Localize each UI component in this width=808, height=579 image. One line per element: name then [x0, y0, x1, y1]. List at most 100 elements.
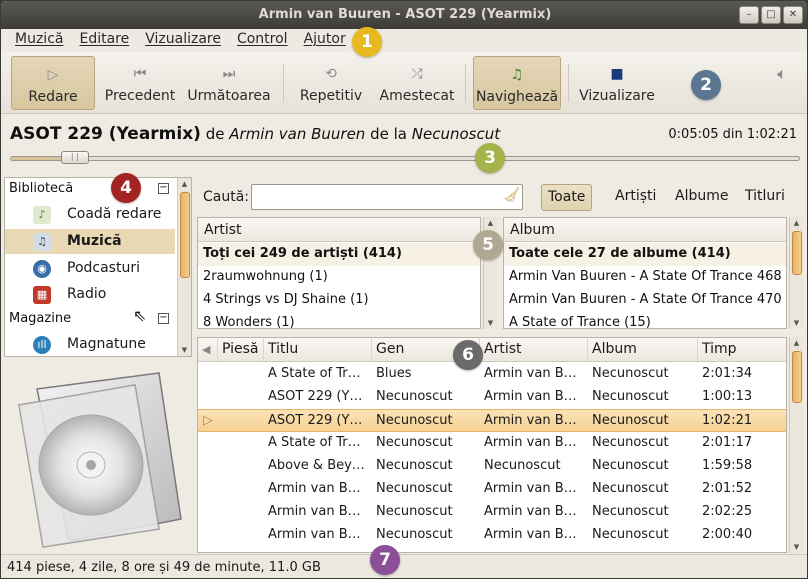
previous-icon: ⏮: [133, 66, 147, 82]
seek-handle[interactable]: | |: [60, 151, 89, 164]
filter-titles-button[interactable]: Titluri: [739, 184, 791, 211]
table-row[interactable]: Above & Bey… Necunoscut Necunoscut Necunosc…: [198, 455, 786, 478]
visualize-button[interactable]: ■ Vizualizare: [575, 56, 659, 110]
table-cell: Necunoscut: [592, 435, 669, 450]
menu-control[interactable]: Control: [229, 29, 296, 51]
album-column-header[interactable]: Album: [504, 218, 786, 242]
table-cell: Armin van B…: [484, 413, 577, 428]
table-cell: Armin van B…: [484, 481, 577, 496]
table-row[interactable]: Armin van B… Necunoscut Armin van B… Necuno…: [198, 524, 786, 547]
table-cell: Armin van B…: [268, 481, 361, 496]
table-cell: Necunoscut: [592, 366, 669, 381]
scrollbar-thumb[interactable]: [180, 192, 190, 278]
list-item[interactable]: A State of Trance (15): [504, 312, 786, 328]
sidebar-item-radio[interactable]: ▦ Radio: [5, 282, 175, 307]
window-title: Armin van Buuren - ASOT 229 (Yearmix): [258, 7, 552, 22]
previous-button[interactable]: ⏮ Precedent: [101, 56, 179, 110]
scroll-up-icon[interactable]: ▲: [790, 219, 803, 227]
volume-icon: 🔈︎: [777, 64, 787, 83]
from-label: de la: [370, 125, 407, 143]
table-row[interactable]: ASOT 229 (Y… Necunoscut Armin van B… Necuno…: [198, 386, 786, 409]
list-item[interactable]: 8 Wonders (1): [198, 312, 480, 328]
list-item[interactable]: Armin Van Buuren - A State Of Trance 470: [504, 289, 786, 312]
search-input[interactable]: [251, 184, 523, 210]
next-icon: ⏭: [222, 66, 236, 82]
column-header[interactable]: Album: [588, 338, 698, 362]
sidebar-scrollbar[interactable]: ▲ ▼: [177, 178, 191, 356]
table-cell: Armin van B…: [484, 435, 577, 450]
callout-badge-4: 4: [111, 173, 141, 203]
column-header[interactable]: Titlu: [264, 338, 372, 362]
table-row[interactable]: Armin van B… Necunoscut Armin van B… Necuno…: [198, 478, 786, 501]
scrollbar-thumb[interactable]: [792, 351, 802, 403]
scroll-down-icon[interactable]: ▼: [790, 543, 803, 551]
column-header[interactable]: Timp: [698, 338, 786, 362]
library-header: Bibliotecă: [9, 181, 74, 196]
volume-button[interactable]: 🔈︎: [767, 56, 797, 110]
table-cell: Necunoscut: [376, 527, 453, 542]
shuffle-button[interactable]: ⤮ Amestecat: [375, 56, 459, 110]
sidebar-item-music[interactable]: ♫ Muzică: [5, 229, 175, 254]
list-item[interactable]: Toți cei 249 de artiști (414): [198, 243, 480, 266]
scroll-down-icon[interactable]: ▼: [178, 346, 191, 354]
repeat-label: Repetitiv: [299, 88, 363, 104]
table-cell: Necunoscut: [592, 458, 669, 473]
table-cell: ASOT 229 (Y…: [268, 389, 363, 404]
title-bar[interactable]: Armin van Buuren - ASOT 229 (Yearmix) – …: [1, 1, 807, 29]
table-cell: Necunoscut: [376, 435, 453, 450]
search-label: Caută:: [203, 189, 250, 205]
track-scrollbar[interactable]: ▲ ▼: [789, 337, 803, 553]
callout-badge-1: 1: [352, 27, 382, 57]
stores-collapse-toggle[interactable]: −: [158, 313, 169, 324]
menu-music[interactable]: Muzică: [7, 29, 71, 51]
list-item[interactable]: 2raumwohnung (1): [198, 266, 480, 289]
list-item[interactable]: Armin Van Buuren - A State Of Trance 468: [504, 266, 786, 289]
scroll-up-icon[interactable]: ▲: [790, 339, 803, 347]
table-cell: Necunoscut: [592, 389, 669, 404]
filter-albums-button[interactable]: Albume: [669, 184, 734, 211]
sidebar-item-podcasts[interactable]: ◉ Podcasturi: [5, 256, 175, 281]
sidebar-item-queue[interactable]: ♪ Coadă redare: [5, 202, 175, 227]
cd-case-icon: [18, 372, 182, 548]
table-row[interactable]: Armin van B… Necunoscut Armin van B… Necuno…: [198, 501, 786, 524]
table-cell: Necunoscut: [376, 481, 453, 496]
list-item[interactable]: 4 Strings vs DJ Shaine (1): [198, 289, 480, 312]
seek-bar[interactable]: | |: [10, 151, 800, 164]
menu-help[interactable]: Ajutor: [296, 29, 354, 51]
maximize-button[interactable]: □: [761, 6, 781, 24]
table-cell: Armin van B…: [484, 366, 577, 381]
table-cell: Above & Bey…: [268, 458, 365, 473]
album-scrollbar[interactable]: ▲ ▼: [789, 217, 803, 329]
play-button[interactable]: ▷ Redare: [11, 56, 95, 110]
scroll-up-icon[interactable]: ▲: [178, 180, 191, 188]
menu-edit[interactable]: Editare: [71, 29, 137, 51]
filter-all-button[interactable]: Toate: [541, 184, 593, 211]
scroll-down-icon[interactable]: ▼: [484, 319, 497, 327]
sidebar-item-magnatune[interactable]: ıll Magnatune: [5, 332, 175, 357]
sidebar-item-label: Podcasturi: [67, 260, 140, 276]
table-cell: Necunoscut: [592, 504, 669, 519]
clear-search-icon[interactable]: 🧹︎: [503, 187, 521, 203]
callout-badge-6: 6: [453, 340, 483, 370]
scroll-up-icon[interactable]: ▲: [484, 219, 497, 227]
repeat-button[interactable]: ⟲ Repetitiv: [294, 56, 368, 110]
minimize-button[interactable]: –: [739, 6, 759, 24]
artist-column-header[interactable]: Artist: [198, 218, 480, 242]
close-button[interactable]: ✕: [783, 6, 803, 24]
next-button[interactable]: ⏭ Următoarea: [185, 56, 273, 110]
list-item[interactable]: Toate cele 27 de albume (414): [504, 243, 786, 266]
scroll-down-icon[interactable]: ▼: [790, 319, 803, 327]
play-icon: ▷: [47, 67, 59, 83]
table-row[interactable]: A State of Tr… Blues Armin van B… Necunoscu…: [198, 363, 786, 386]
playing-column-header[interactable]: ◀: [198, 338, 218, 362]
menu-view[interactable]: Vizualizare: [137, 29, 229, 51]
column-header[interactable]: Artist: [480, 338, 588, 362]
table-cell: Armin van B…: [484, 527, 577, 542]
table-row[interactable]: A State of Tr… Necunoscut Armin van B… Necu…: [198, 432, 786, 455]
scrollbar-thumb[interactable]: [792, 231, 802, 275]
table-row[interactable]: ▷ ASOT 229 (Y… Necunoscut Armin van B… Necun…: [198, 409, 786, 432]
column-header[interactable]: Piesă: [218, 338, 264, 362]
filter-artists-button[interactable]: Artiști: [609, 184, 662, 211]
browse-button[interactable]: ♫ Navighează: [473, 56, 561, 110]
library-collapse-toggle[interactable]: −: [158, 183, 169, 194]
